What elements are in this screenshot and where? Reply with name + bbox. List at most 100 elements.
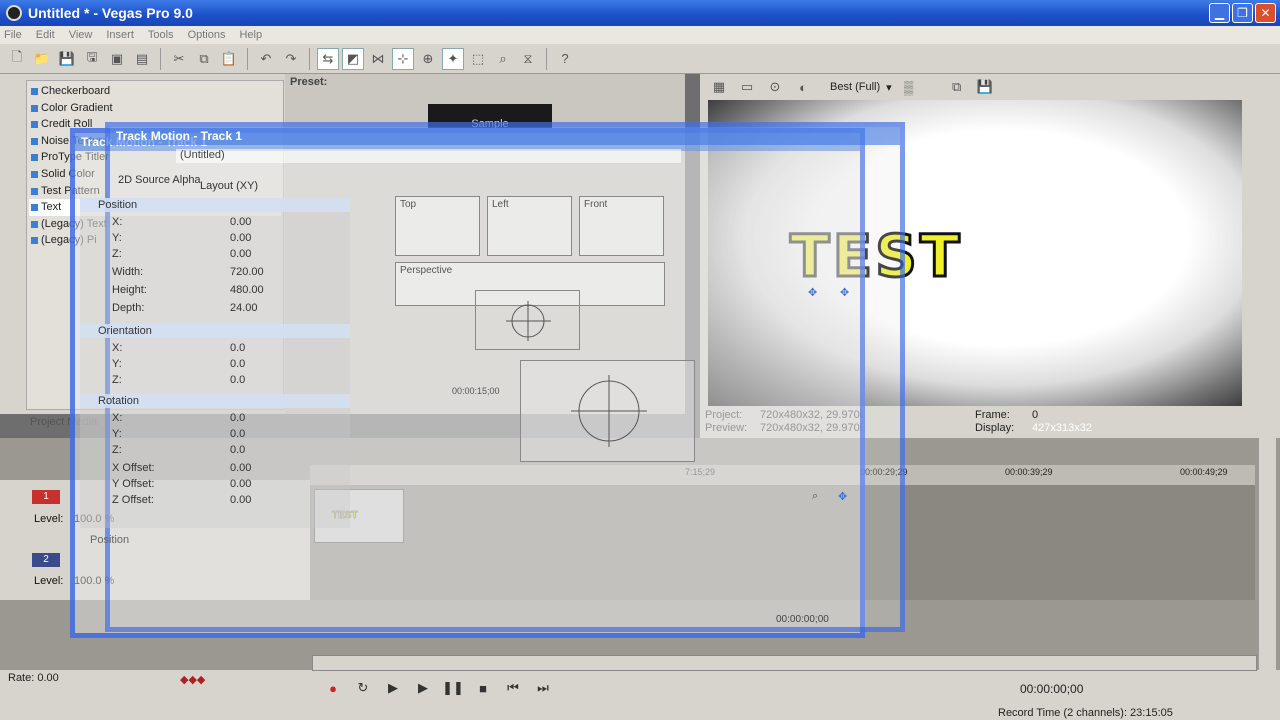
redo-icon[interactable]: ↷ [280,48,302,70]
save-snapshot-icon[interactable]: 💾 [974,76,996,98]
loop-icon[interactable]: ↻ [352,677,374,699]
timeline-vertical-scrollbar[interactable] [1258,438,1276,670]
generator-item[interactable]: Color Gradient [29,100,281,117]
preview-properties-icon[interactable]: ▦ [708,76,730,98]
copy-snapshot-icon[interactable]: ⧉ [946,76,968,98]
display-value: 427x313x32 [1032,422,1092,434]
lock-envelopes-icon[interactable]: ◩ [342,47,364,70]
save-icon[interactable]: 💾 [56,48,78,70]
track-1-number[interactable]: 1 [32,490,60,504]
menu-tools[interactable]: Tools [148,29,174,41]
track-2-number[interactable]: 2 [32,553,60,567]
menu-view[interactable]: View [69,29,93,41]
move-icon[interactable]: ✥ [808,286,817,299]
rotation-section[interactable]: Rotation [80,394,350,408]
rate-slider-icon[interactable]: ◆◆◆ [180,673,205,686]
rate-readout: Rate: 0.00 [8,672,59,684]
stop-icon[interactable]: ■ [472,677,494,699]
vegas-app-icon[interactable] [6,5,22,21]
external-monitor-icon[interactable]: ▭ [736,76,758,98]
go-to-start-icon[interactable]: ⏮ [502,677,524,699]
envelope-tool-icon[interactable]: ✦ [442,47,464,70]
new-file-icon[interactable]: 🗋 [6,48,28,70]
param-value[interactable]: 0.00 [230,248,251,260]
undo-icon[interactable]: ↶ [255,48,277,70]
view-top[interactable]: Top [395,196,480,256]
position-tab[interactable]: Position [90,534,129,546]
view-left[interactable]: Left [487,196,572,256]
chevron-down-icon[interactable]: ▾ [886,81,892,94]
ripple-edit-icon[interactable]: ⇆ [317,47,339,70]
close-button[interactable]: ✕ [1255,3,1276,23]
param-value[interactable]: 0.0 [230,358,245,370]
param-value[interactable]: 0.00 [230,232,251,244]
move-icon[interactable]: ✥ [838,490,847,503]
orientation-section[interactable]: Orientation [80,324,350,338]
pause-icon[interactable]: ❚❚ [442,677,464,699]
menu-insert[interactable]: Insert [106,29,134,41]
overlays-icon[interactable]: ▒ [898,76,920,98]
play-from-start-icon[interactable]: ▶ [382,677,404,699]
source-alpha-select[interactable]: 2D Source Alpha [118,174,201,186]
param-value[interactable]: 0.0 [230,374,245,386]
properties-icon[interactable]: ▤ [131,48,153,70]
open-folder-icon[interactable]: 📁 [31,48,53,70]
menu-help[interactable]: Help [239,29,262,41]
track-motion-parameters: Position X: 0.00 Y: 0.00 Z: 0.00 Width: … [80,198,350,528]
snapping-icon[interactable]: ⊹ [392,47,414,70]
param-label: Depth: [112,302,145,314]
track-motion-title: Track Motion - Track 1 [110,127,900,145]
preview-fx-icon[interactable]: ⊙ [764,76,786,98]
auto-crossfade-icon[interactable]: ⋈ [367,48,389,70]
transport-controls: ● ↻ ▶ ▶ ❚❚ ■ ⏮ ⏭ [310,673,1010,703]
split-screen-icon[interactable]: ◐ [792,76,814,98]
record-icon[interactable]: ● [322,677,344,699]
scrub-icon[interactable]: ⧖ [517,48,539,70]
minimize-button[interactable]: ▁ [1209,3,1230,23]
menu-edit[interactable]: Edit [36,29,55,41]
cut-icon[interactable]: ✂ [168,48,190,70]
menu-options[interactable]: Options [188,29,226,41]
go-to-end-icon[interactable]: ⏭ [532,677,554,699]
preview-quality-select[interactable]: Best (Full) [830,81,880,93]
play-icon[interactable]: ▶ [412,677,434,699]
position-section[interactable]: Position [80,198,350,212]
param-value[interactable]: 0.00 [230,462,251,474]
layout-select[interactable]: Layout (XY) [200,180,258,192]
timeline-horizontal-scrollbar[interactable] [312,655,1257,671]
help-icon[interactable]: ? [554,48,576,70]
window-title: Untitled * - Vegas Pro 9.0 [28,5,193,21]
motion-frame-box[interactable] [475,290,580,350]
frame-value: 0 [1032,409,1039,421]
copy-icon[interactable]: ⧉ [193,48,215,70]
param-value[interactable]: 0.0 [230,412,245,424]
motion-workspace[interactable] [520,360,695,462]
track-motion-preset-field[interactable]: (Untitled) [176,149,681,163]
paste-icon[interactable]: 📋 [218,48,240,70]
zoom-icon[interactable]: ⌕ [812,490,818,503]
track-1-level-label: Level: [34,513,64,525]
param-value[interactable]: 720.00 [230,266,264,278]
timecode-display: 00:00:00;00 [1020,682,1084,696]
param-value[interactable]: 0.00 [230,478,251,490]
rotation-circle-icon [571,375,647,447]
zoom-tool-icon[interactable]: ⌕ [492,48,514,70]
generator-item[interactable]: Checkerboard [29,83,281,100]
save-as-icon[interactable]: 🖫 [81,48,103,70]
param-value[interactable]: 0.0 [230,428,245,440]
param-value[interactable]: 0.0 [230,444,245,456]
view-front[interactable]: Front [579,196,664,256]
window-titlebar: Untitled * - Vegas Pro 9.0 ▁ ❐ ✕ [0,0,1280,26]
selection-tool-icon[interactable]: ⬚ [467,48,489,70]
keyframe-timecode-a: 00:00:15;00 [452,386,500,396]
param-value[interactable]: 24.00 [230,302,258,314]
param-value[interactable]: 0.00 [230,216,251,228]
param-value[interactable]: 480.00 [230,284,264,296]
param-value[interactable]: 0.0 [230,342,245,354]
menu-file[interactable]: File [4,29,22,41]
maximize-button[interactable]: ❐ [1232,3,1253,23]
move-icon[interactable]: ✥ [840,286,849,299]
param-value[interactable]: 0.00 [230,494,251,506]
render-icon[interactable]: ▣ [106,48,128,70]
normal-edit-tool-icon[interactable]: ⊕ [417,48,439,70]
